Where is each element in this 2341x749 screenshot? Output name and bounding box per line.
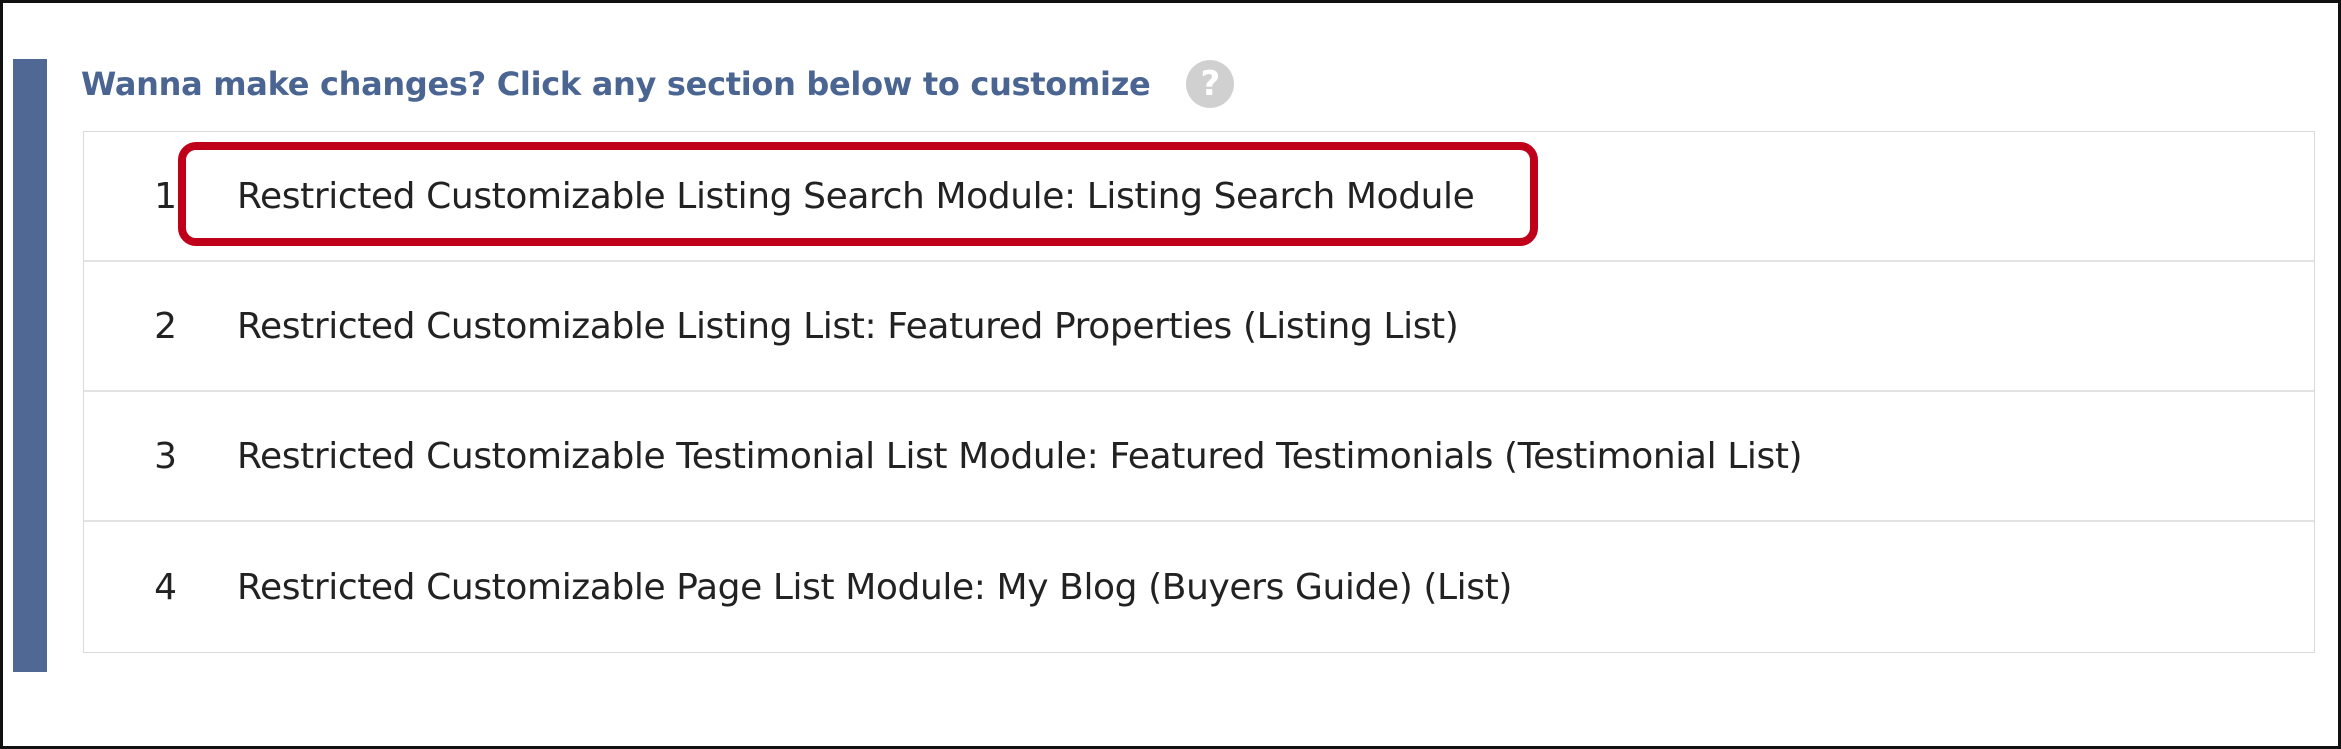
screenshot-frame: Wanna make changes? Click any section be… xyxy=(0,0,2341,749)
module-index: 2 xyxy=(154,305,177,347)
module-label: Restricted Customizable Testimonial List… xyxy=(237,435,1803,477)
module-row-4[interactable]: 4 Restricted Customizable Page List Modu… xyxy=(84,522,2314,652)
module-index: 1 xyxy=(154,175,177,217)
module-list: 1 Restricted Customizable Listing Search… xyxy=(83,131,2315,653)
module-row-2[interactable]: 2 Restricted Customizable Listing List: … xyxy=(84,262,2314,392)
section-header: Wanna make changes? Click any section be… xyxy=(81,58,1235,110)
module-label: Restricted Customizable Listing List: Fe… xyxy=(237,305,1459,347)
module-row-1[interactable]: 1 Restricted Customizable Listing Search… xyxy=(84,132,2314,262)
module-index: 4 xyxy=(154,566,177,608)
page-title: Wanna make changes? Click any section be… xyxy=(81,65,1151,103)
module-index: 3 xyxy=(154,435,177,477)
module-label: Restricted Customizable Page List Module… xyxy=(237,566,1513,608)
module-label: Restricted Customizable Listing Search M… xyxy=(237,175,1475,217)
help-icon[interactable]: ? xyxy=(1186,60,1235,108)
module-row-3[interactable]: 3 Restricted Customizable Testimonial Li… xyxy=(84,392,2314,522)
accent-bar xyxy=(13,59,47,672)
